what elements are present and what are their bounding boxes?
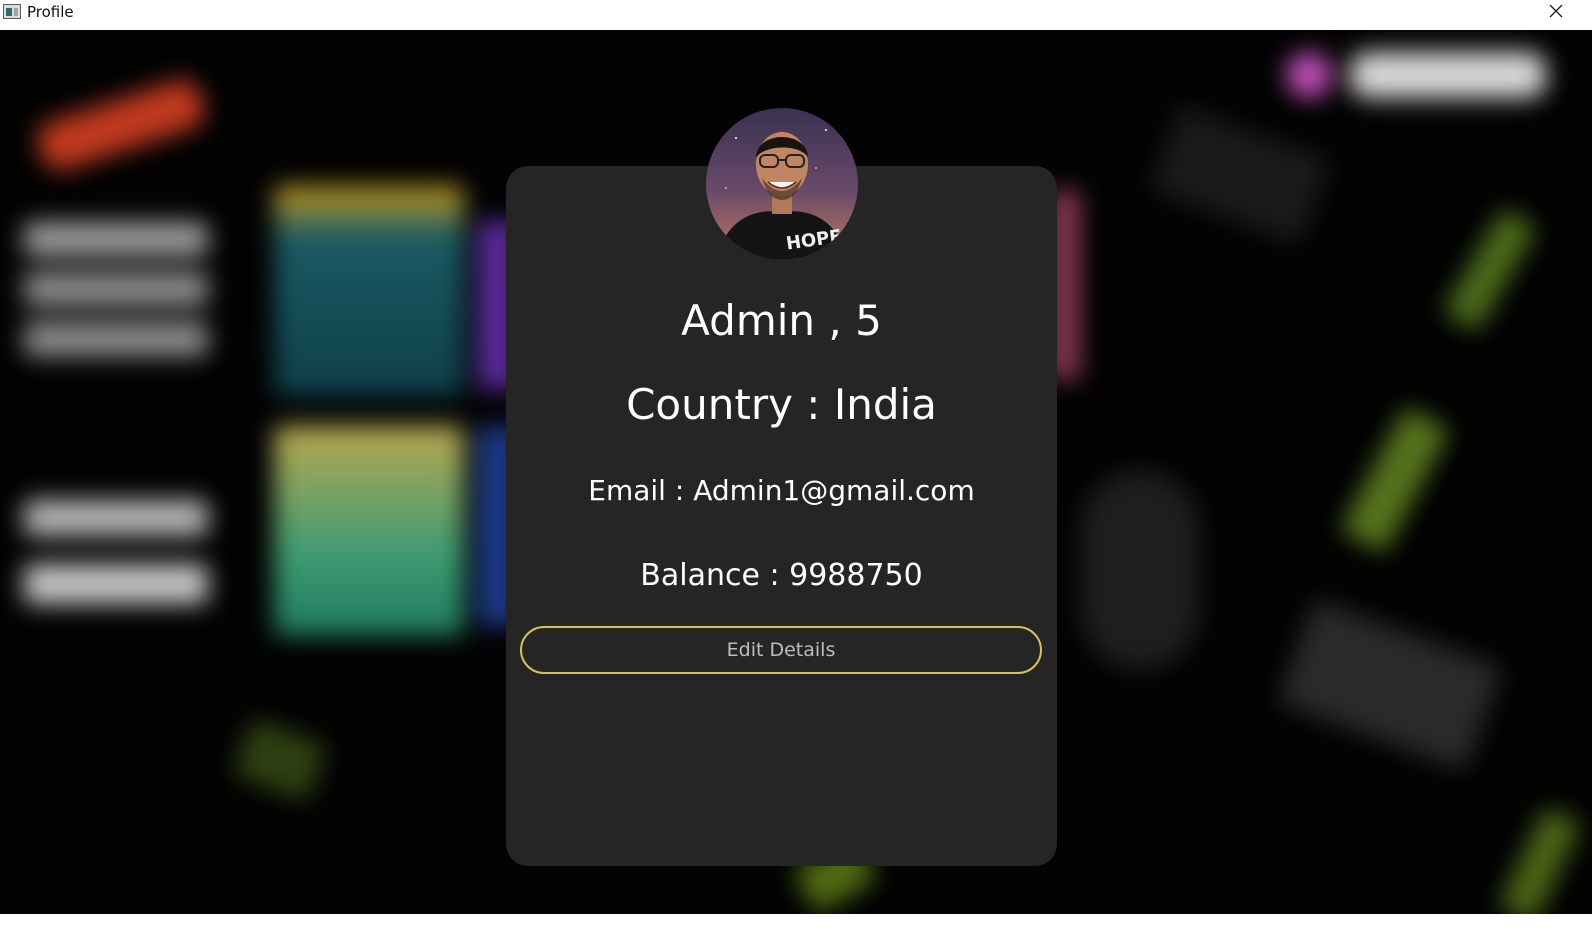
background-leaf bbox=[1498, 806, 1582, 914]
background-menu-item bbox=[24, 500, 208, 536]
background-leaf bbox=[232, 718, 328, 802]
close-icon[interactable] bbox=[1548, 3, 1564, 19]
window-title: Profile bbox=[27, 3, 74, 21]
background-panel bbox=[1277, 599, 1503, 771]
background-leaf bbox=[1340, 406, 1450, 554]
edit-details-button[interactable]: Edit Details bbox=[520, 626, 1042, 674]
profile-avatar: HOPE bbox=[706, 108, 858, 260]
profile-email: Email : Admin1@gmail.com bbox=[588, 474, 975, 507]
background-tile bbox=[274, 426, 464, 636]
window-titlebar: Profile bbox=[0, 0, 1592, 30]
background-menu-item bbox=[24, 222, 208, 256]
background-search-bar bbox=[1350, 52, 1546, 98]
background-panel bbox=[1149, 105, 1331, 245]
profile-country: Country : India bbox=[626, 380, 937, 429]
profile-card bbox=[506, 166, 1057, 866]
background-menu-item bbox=[24, 322, 208, 356]
background-menu-item bbox=[24, 272, 208, 306]
background-avatar bbox=[1286, 52, 1332, 98]
background-leaf bbox=[1442, 208, 1538, 332]
profile-balance: Balance : 9988750 bbox=[640, 558, 923, 593]
background-menu-item bbox=[24, 564, 208, 604]
profile-name: Admin , 5 bbox=[681, 296, 882, 345]
app-window-icon bbox=[3, 4, 21, 19]
background-panel bbox=[1080, 470, 1200, 670]
background-tile bbox=[274, 186, 464, 396]
window-bottom-edge bbox=[0, 914, 1592, 928]
background-logo bbox=[32, 74, 210, 176]
